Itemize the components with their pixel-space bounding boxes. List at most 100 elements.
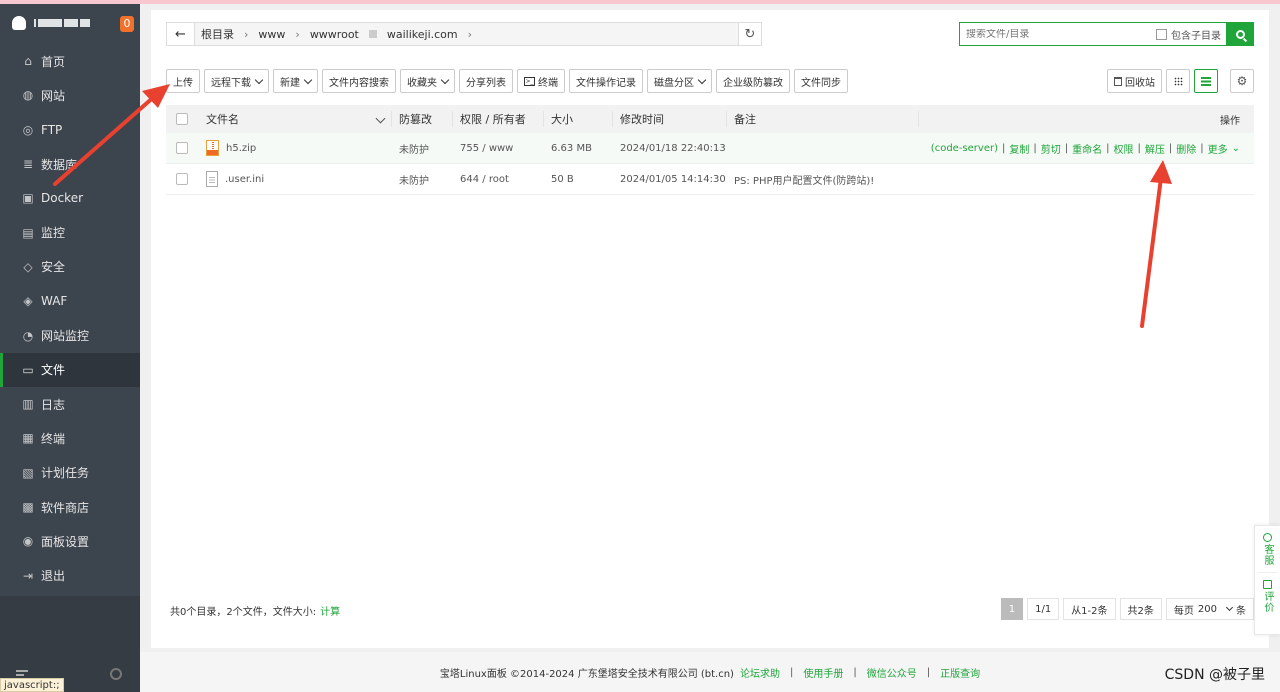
support-button[interactable]: 客服 [1255, 526, 1280, 566]
col-size[interactable]: 大小 [543, 111, 612, 127]
file-sync-button[interactable]: 文件同步 [794, 69, 848, 93]
favorites-button[interactable]: 收藏夹 [400, 69, 455, 93]
more-link[interactable]: 更多 [1208, 141, 1228, 156]
include-subdir-checkbox[interactable] [1156, 28, 1167, 40]
favorites-label: 收藏夹 [407, 77, 437, 89]
code-server-link[interactable]: (code-server) [931, 143, 998, 154]
crumb-root[interactable]: 根目录 [201, 26, 234, 42]
sidebar-item-2[interactable]: ◎ FTP [0, 113, 140, 147]
crumb-wwwroot[interactable]: wwwroot [310, 28, 359, 41]
page-footer: 宝塔Linux面板 ©2014-2024 广东堡塔安全技术有限公司 (bt.cn… [140, 652, 1280, 692]
modified-time: 2024/01/05 14:14:30 [620, 173, 726, 185]
per-page-label: 每页 [1173, 605, 1194, 617]
toolbar: 上传 远程下载 新建 文件内容搜索 收藏夹 分享列表 >_ 终端 文件操作记录 磁… [166, 69, 848, 93]
col-name[interactable]: 文件名 [198, 111, 391, 127]
sidebar-item-label: 软件商店 [41, 500, 90, 515]
content-search-button[interactable]: 文件内容搜索 [322, 69, 396, 93]
sidebar-item-label: 网站监控 [41, 329, 90, 344]
cut-link[interactable]: 剪切 [1041, 141, 1061, 156]
sidebar-item-11[interactable]: ▦ 终端 [0, 421, 140, 455]
op-log-button[interactable]: 文件操作记录 [569, 69, 643, 93]
bt-logo-icon [12, 16, 26, 30]
sidebar-menu: ⌂ 首页 ◍ 网站 ◎ FTP ≣ 数据库 ▣ Docker ▤ 监控 ◇ 安全 ◈ WAF ◔ 网站监控 ▭ 文件 ▥… [0, 44, 140, 593]
select-all-checkbox[interactable] [176, 113, 188, 125]
permission[interactable]: 644 / root [452, 174, 543, 185]
headset-icon [1263, 533, 1272, 542]
table-settings-button[interactable]: ⚙ [1230, 69, 1254, 93]
sidebar-item-6[interactable]: ◇ 安全 [0, 250, 140, 284]
feedback-button[interactable]: 评价 [1255, 573, 1280, 613]
delete-link[interactable]: 删除 [1176, 141, 1196, 156]
terminal-button[interactable]: >_ 终端 [517, 69, 565, 93]
unzip-link[interactable]: 解压 [1145, 141, 1165, 156]
path-bar[interactable]: ← 根目录 › www › wwwroot wailikeji.com › [166, 22, 761, 46]
sidebar-item-3[interactable]: ≣ 数据库 [0, 147, 140, 181]
sidebar-item-0[interactable]: ⌂ 首页 [0, 44, 140, 78]
permission-link[interactable]: 权限 [1113, 141, 1133, 156]
col-perm[interactable]: 权限 / 所有者 [452, 111, 543, 127]
sidebar-item-label: 计划任务 [41, 466, 90, 481]
list-view-button[interactable] [1194, 69, 1218, 93]
back-button[interactable]: ← [167, 23, 195, 45]
permission[interactable]: 755 / www [452, 143, 543, 154]
col-tamper[interactable]: 防篡改 [391, 111, 452, 127]
per-page-value[interactable]: 200 [1198, 604, 1217, 615]
disk-partition-button[interactable]: 磁盘分区 [647, 69, 712, 93]
license-link[interactable]: 正版查询 [940, 665, 980, 680]
terminal-label: 终端 [538, 77, 558, 89]
table-row[interactable]: .user.ini 未防护 644 / root 50 B 2024/01/05… [166, 164, 1254, 195]
sidebar-item-15[interactable]: ⇥ 退出 [0, 558, 140, 592]
row-checkbox[interactable] [176, 142, 188, 154]
recycle-bin-button[interactable]: 回收站 [1107, 69, 1162, 93]
wechat-link[interactable]: 微信公众号 [867, 665, 917, 680]
per-page-select[interactable]: 每页 200 条 [1165, 598, 1254, 620]
page-current[interactable]: 1 [1000, 598, 1024, 620]
file-name[interactable]: .user.ini [225, 174, 264, 185]
sidebar-item-7[interactable]: ◈ WAF [0, 284, 140, 318]
refresh-button[interactable]: ↻ [738, 22, 762, 46]
sidebar-item-4[interactable]: ▣ Docker [0, 181, 140, 215]
gear-icon[interactable] [110, 668, 122, 680]
chevron-down-icon [254, 75, 264, 84]
remark[interactable]: PS: PHP用户配置文件(防跨站)! [726, 172, 1254, 187]
log-icon: ▥ [22, 397, 34, 412]
table-row[interactable]: h5.zip 未防护 755 / www 6.63 MB 2024/01/18 … [166, 133, 1254, 164]
forum-link[interactable]: 论坛求助 [740, 665, 780, 680]
new-label: 新建 [280, 77, 300, 89]
notification-badge[interactable]: 0 [120, 16, 134, 32]
search-box: 包含子目录 [959, 22, 1254, 46]
tamper-status[interactable]: 未防护 [391, 172, 452, 187]
grid-view-button[interactable] [1166, 69, 1190, 93]
calculate-size-link[interactable]: 计算 [320, 607, 340, 618]
gear-icon: ⚙ [1236, 74, 1248, 88]
top-border [0, 0, 1280, 4]
row-checkbox[interactable] [176, 173, 188, 185]
sidebar-item-13[interactable]: ▩ 软件商店 [0, 490, 140, 524]
crumb-www[interactable]: www [258, 28, 285, 41]
search-input[interactable] [966, 28, 1156, 40]
sidebar-item-1[interactable]: ◍ 网站 [0, 78, 140, 112]
crumb-site[interactable]: wailikeji.com [387, 28, 458, 41]
search-button[interactable] [1226, 22, 1254, 46]
chevron-down-icon [440, 75, 450, 84]
sidebar-item-14[interactable]: ◉ 面板设置 [0, 524, 140, 558]
sidebar-item-5[interactable]: ▤ 监控 [0, 215, 140, 249]
copy-link[interactable]: 复制 [1009, 141, 1029, 156]
copyright-text: 宝塔Linux面板 ©2014-2024 广东堡塔安全技术有限公司 (bt.cn… [439, 668, 734, 680]
enterprise-tamper-button[interactable]: 企业级防篡改 [716, 69, 790, 93]
rename-link[interactable]: 重命名 [1072, 141, 1102, 156]
remote-download-button[interactable]: 远程下载 [204, 69, 269, 93]
manual-link[interactable]: 使用手册 [803, 665, 843, 680]
sidebar-item-8[interactable]: ◔ 网站监控 [0, 318, 140, 352]
file-table: 文件名 防篡改 权限 / 所有者 大小 修改时间 备注 操作 h5.zip 未防… [166, 105, 1254, 195]
sidebar-item-12[interactable]: ▧ 计划任务 [0, 456, 140, 490]
include-subdir-toggle[interactable]: 包含子目录 [1156, 27, 1221, 42]
tamper-status[interactable]: 未防护 [391, 141, 452, 156]
share-list-button[interactable]: 分享列表 [459, 69, 513, 93]
upload-button[interactable]: 上传 [166, 69, 200, 93]
col-mtime[interactable]: 修改时间 [612, 111, 726, 127]
sidebar-item-10[interactable]: ▥ 日志 [0, 387, 140, 421]
sidebar-item-9[interactable]: ▭ 文件 [0, 352, 140, 388]
file-name[interactable]: h5.zip [226, 143, 256, 154]
new-button[interactable]: 新建 [273, 69, 318, 93]
